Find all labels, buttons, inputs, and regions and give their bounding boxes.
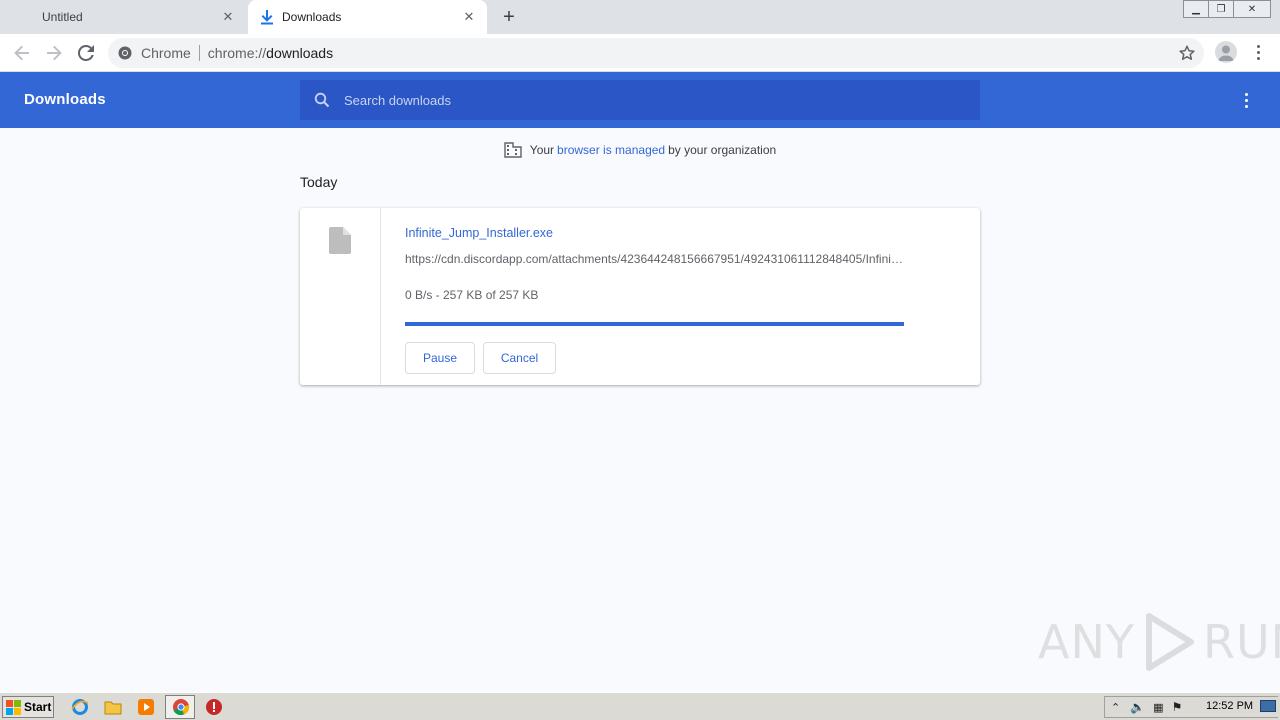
arrow-right-icon [47, 45, 62, 61]
address-bar[interactable]: Chrome chrome://downloads [108, 38, 1204, 68]
taskbar: Start ⌃ 🔈 ▦ ⚑ 12:52 PM [0, 692, 1280, 720]
download-item: Infinite_Jump_Installer.exe https://cdn.… [300, 208, 980, 385]
ie-icon[interactable] [70, 697, 90, 717]
downloads-menu-button[interactable] [1238, 90, 1254, 110]
network-icon[interactable]: ▦ [1153, 701, 1163, 714]
download-status: 0 B/s - 257 KB of 257 KB [405, 288, 539, 302]
watermark-left: ANY [1038, 615, 1135, 669]
url-scheme: chrome:// [207, 45, 267, 61]
file-icon [329, 227, 351, 254]
close-icon[interactable]: ✕ [461, 9, 477, 25]
taskbar-clock[interactable]: 12:52 PM [1206, 700, 1253, 712]
chrome-taskbar-button[interactable] [165, 695, 195, 719]
start-label: Start [24, 700, 52, 714]
download-progress-bar [405, 322, 904, 326]
arrow-left-icon [14, 45, 29, 61]
progress-fill [405, 322, 904, 326]
reload-icon [78, 45, 94, 61]
start-button[interactable]: Start [2, 696, 54, 718]
media-player-icon[interactable] [136, 697, 156, 717]
close-icon[interactable]: ✕ [220, 9, 236, 25]
managed-prefix: Your [529, 143, 555, 157]
page-title: Downloads [24, 91, 106, 108]
cancel-button[interactable]: Cancel [483, 342, 556, 374]
forward-button[interactable] [42, 41, 66, 65]
file-url[interactable]: https://cdn.discordapp.com/attachments/4… [405, 252, 905, 266]
person-icon [1218, 45, 1234, 61]
folder-icon[interactable] [103, 697, 123, 717]
url-text: chrome://downloads [208, 45, 333, 61]
browser-toolbar: Chrome chrome://downloads [0, 34, 1280, 72]
windows-logo-icon [6, 699, 21, 715]
tray-expand-icon[interactable]: ⌃ [1111, 701, 1120, 714]
stop-icon[interactable] [204, 697, 224, 717]
tab-downloads[interactable]: Downloads ✕ [248, 0, 487, 34]
site-label: Chrome [141, 45, 191, 61]
url-path: downloads [266, 45, 334, 61]
managed-suffix: by your organization [668, 143, 777, 157]
back-button[interactable] [10, 41, 34, 65]
watermark-right: RUN [1202, 615, 1280, 669]
browser-menu-button[interactable] [1250, 42, 1266, 62]
tab-label: Downloads [282, 10, 342, 24]
downloads-header: Downloads Search downloads [0, 72, 1280, 128]
reload-button[interactable] [74, 41, 98, 65]
site-chip[interactable]: Chrome [108, 45, 191, 61]
tab-label: Untitled [42, 10, 83, 24]
download-icon [261, 10, 273, 25]
tab-strip: Untitled ✕ Downloads ✕ + ▁ ❐ ✕ [0, 0, 1280, 34]
search-icon [314, 92, 330, 108]
action-center-flag-icon[interactable]: ⚑ [1172, 700, 1183, 714]
search-input[interactable]: Search downloads [344, 93, 451, 108]
pause-button[interactable]: Pause [405, 342, 475, 374]
restore-button[interactable]: ❐ [1208, 0, 1234, 18]
file-name-link[interactable]: Infinite_Jump_Installer.exe [405, 226, 553, 240]
show-desktop-icon[interactable] [1260, 700, 1276, 712]
tab-untitled[interactable]: Untitled ✕ [0, 0, 246, 34]
window-close-button[interactable]: ✕ [1233, 0, 1271, 18]
search-box[interactable]: Search downloads [300, 80, 980, 120]
new-tab-button[interactable]: + [498, 6, 520, 28]
minimize-button[interactable]: ▁ [1183, 0, 1209, 18]
chrome-logo-icon [118, 46, 132, 60]
file-icon-column [300, 208, 381, 385]
omnibox-divider [198, 45, 200, 61]
managed-link[interactable]: browser is managed [557, 143, 665, 157]
building-icon [504, 142, 522, 158]
date-section-header: Today [300, 174, 338, 190]
volume-icon[interactable]: 🔈 [1130, 700, 1145, 714]
profile-avatar[interactable] [1215, 41, 1237, 63]
managed-notice: Your browser is managed by your organiza… [0, 140, 1280, 160]
bookmark-star-icon[interactable] [1178, 44, 1196, 62]
anyrun-watermark: ANY RUN [1038, 612, 1280, 672]
play-logo-icon [1145, 613, 1194, 671]
chrome-icon [173, 699, 190, 716]
